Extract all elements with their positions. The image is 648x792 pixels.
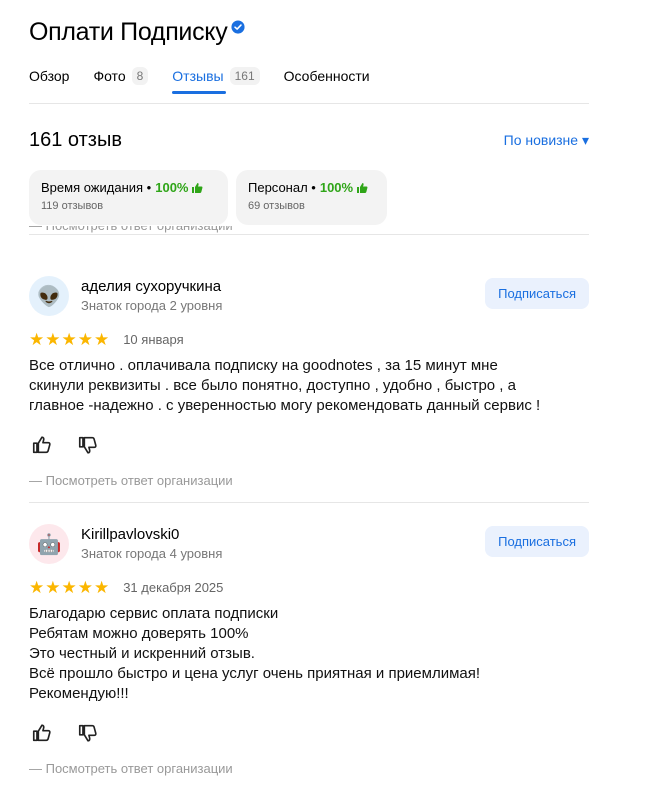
org-reply-link[interactable]: — Посмотреть ответ организации — [29, 473, 233, 488]
alien-emoji-avatar[interactable]: 👽 — [29, 276, 69, 316]
review-card: 🤖 Kirillpavlovski0 Знаток города 4 уровн… — [29, 524, 589, 784]
aspect-chip-waiting-time[interactable]: Время ожидания • 100% 119 отзывов — [29, 170, 228, 225]
review-text: Благодарю сервис оплата подписки Ребятам… — [29, 605, 481, 702]
review-reactions — [31, 434, 123, 456]
author-level: Знаток города 4 уровня — [81, 546, 223, 561]
thumbs-up-icon — [192, 182, 203, 193]
reviews-count-title: 161 отзыв — [29, 129, 122, 151]
review-divider — [29, 502, 589, 503]
tab-label: Фото — [93, 68, 126, 84]
sort-dropdown[interactable]: По новизне ▾ — [504, 132, 589, 149]
page-header: Оплати Подписку — [29, 18, 245, 47]
dislike-icon[interactable] — [77, 434, 99, 456]
tab-bar: Обзор Фото 8 Отзывы 161 Особенности — [29, 64, 394, 94]
aspect-chip-staff[interactable]: Персонал • 100% 69 отзывов — [236, 170, 387, 225]
dislike-icon[interactable] — [77, 722, 99, 744]
tab-features[interactable]: Особенности — [284, 64, 370, 88]
chip-percent: 100% — [319, 180, 354, 195]
tab-count-badge: 161 — [229, 67, 260, 85]
review-author[interactable]: Kirillpavlovski0 — [81, 526, 179, 543]
review-text: Все отлично . оплачивала подписку на goo… — [29, 357, 541, 414]
subscribe-button[interactable]: Подписаться — [485, 278, 589, 309]
verified-check-icon — [231, 19, 245, 34]
like-icon[interactable] — [31, 434, 53, 456]
tab-count-badge: 8 — [131, 67, 149, 85]
tab-label: Обзор — [29, 68, 70, 84]
tab-overview[interactable]: Обзор — [29, 64, 69, 88]
star-icon: ★★★★★ — [29, 330, 111, 349]
subscribe-button[interactable]: Подписаться — [485, 526, 589, 557]
chip-percent: 100% — [155, 180, 189, 195]
star-icon: ★★★★★ — [29, 578, 111, 597]
avatar-glyph: 🤖 — [36, 533, 62, 556]
review-reactions — [31, 722, 123, 744]
robot-avatar[interactable]: 🤖 — [29, 524, 69, 564]
tab-label: Особенности — [283, 68, 370, 84]
tab-label: Отзывы — [172, 68, 224, 84]
avatar-glyph: 👽 — [36, 285, 62, 308]
page-title: Оплати Подписку — [29, 18, 228, 46]
review-author[interactable]: аделия сухоручкина — [81, 278, 221, 295]
rating-stars: ★★★★★ 10 января — [29, 331, 184, 348]
org-reply-link-cut[interactable]: — Посмотреть ответ организации — [29, 226, 233, 238]
tab-reviews[interactable]: Отзывы 161 — [172, 64, 260, 94]
author-level: Знаток города 2 уровня — [81, 298, 223, 313]
tab-photos[interactable]: Фото 8 — [93, 64, 149, 88]
thumbs-up-icon — [357, 182, 368, 193]
review-date: 10 января — [123, 332, 184, 347]
tabs-divider — [29, 103, 589, 104]
like-icon[interactable] — [31, 722, 53, 744]
review-card: 👽 аделия сухоручкина Знаток города 2 уро… — [29, 276, 589, 496]
review-date: 31 декабря 2025 — [123, 580, 224, 595]
chip-subtext: 69 отзывов — [248, 200, 305, 212]
chip-subtext: 119 отзывов — [41, 200, 104, 212]
org-reply-link[interactable]: — Посмотреть ответ организации — [29, 761, 233, 776]
rating-stars: ★★★★★ 31 декабря 2025 — [29, 579, 223, 596]
chip-label: Время ожидания • — [41, 180, 152, 195]
chip-label: Персонал • — [248, 180, 316, 195]
